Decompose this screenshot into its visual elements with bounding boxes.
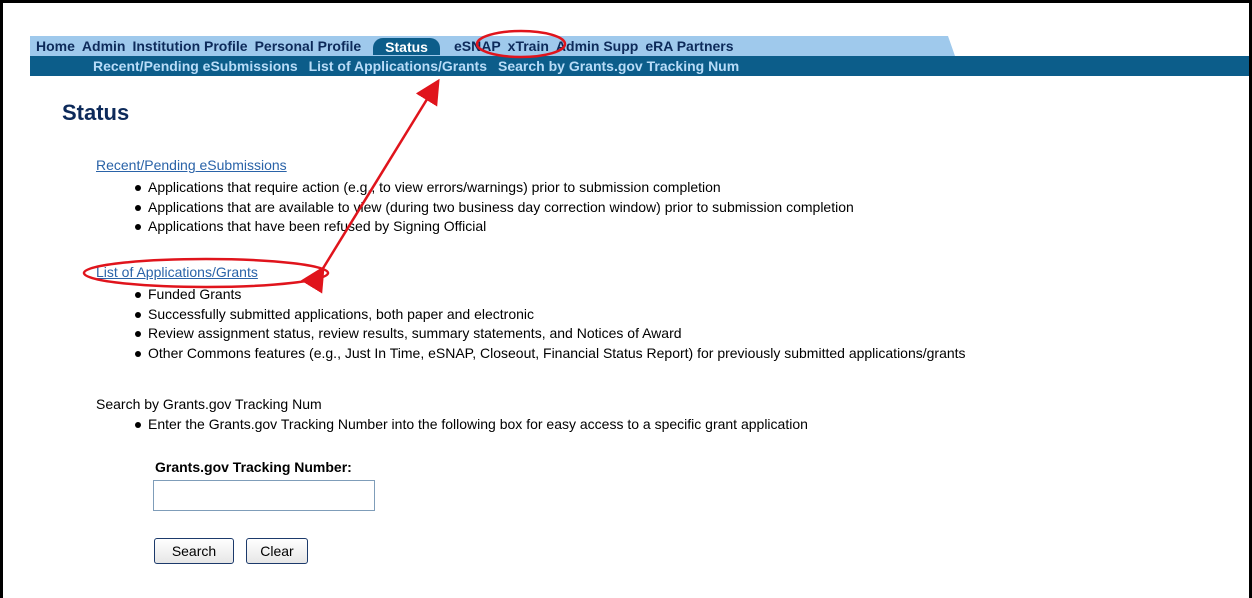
tracking-number-input[interactable] xyxy=(153,480,375,511)
page-title: Status xyxy=(62,100,130,125)
clear-button[interactable]: Clear xyxy=(246,538,308,564)
list-item: Successfully submitted applications, bot… xyxy=(130,305,966,325)
list-item: Applications that require action (e.g., … xyxy=(130,178,854,198)
list-item: Applications that have been refused by S… xyxy=(130,217,854,237)
subtab-recent-pending[interactable]: Recent/Pending eSubmissions xyxy=(93,58,298,74)
list-applications-link[interactable]: List of Applications/Grants xyxy=(96,264,258,280)
tab-xtrain[interactable]: xTrain xyxy=(508,38,549,54)
tab-era-partners[interactable]: eRA Partners xyxy=(645,38,733,54)
tab-admin-supp[interactable]: Admin Supp xyxy=(556,38,638,54)
subtab-search-tracking[interactable]: Search by Grants.gov Tracking Num xyxy=(498,58,739,74)
tracking-number-label: Grants.gov Tracking Number: xyxy=(155,459,352,475)
list-item: Funded Grants xyxy=(130,285,966,305)
search-section-list: Enter the Grants.gov Tracking Number int… xyxy=(130,415,808,435)
sub-nav: Recent/Pending eSubmissions List of Appl… xyxy=(93,57,750,75)
tab-home[interactable]: Home xyxy=(36,38,75,54)
tab-status[interactable]: Status xyxy=(373,37,440,55)
tab-personal-profile[interactable]: Personal Profile xyxy=(255,38,362,54)
recent-pending-link[interactable]: Recent/Pending eSubmissions xyxy=(96,157,287,173)
top-nav: Home Admin Institution Profile Personal … xyxy=(36,37,741,55)
tab-admin[interactable]: Admin xyxy=(82,38,126,54)
list-item: Other Commons features (e.g., Just In Ti… xyxy=(130,344,966,364)
list-item: Review assignment status, review results… xyxy=(130,324,966,344)
list-item: Applications that are available to view … xyxy=(130,198,854,218)
recent-pending-list: Applications that require action (e.g., … xyxy=(130,178,854,237)
list-item: Enter the Grants.gov Tracking Number int… xyxy=(130,415,808,435)
tab-institution-profile[interactable]: Institution Profile xyxy=(132,38,247,54)
tab-esnap[interactable]: eSNAP xyxy=(454,38,501,54)
list-applications-list: Funded Grants Successfully submitted app… xyxy=(130,285,966,363)
search-button[interactable]: Search xyxy=(154,538,234,564)
subtab-list-applications[interactable]: List of Applications/Grants xyxy=(309,58,487,74)
search-section-heading: Search by Grants.gov Tracking Num xyxy=(96,396,322,412)
